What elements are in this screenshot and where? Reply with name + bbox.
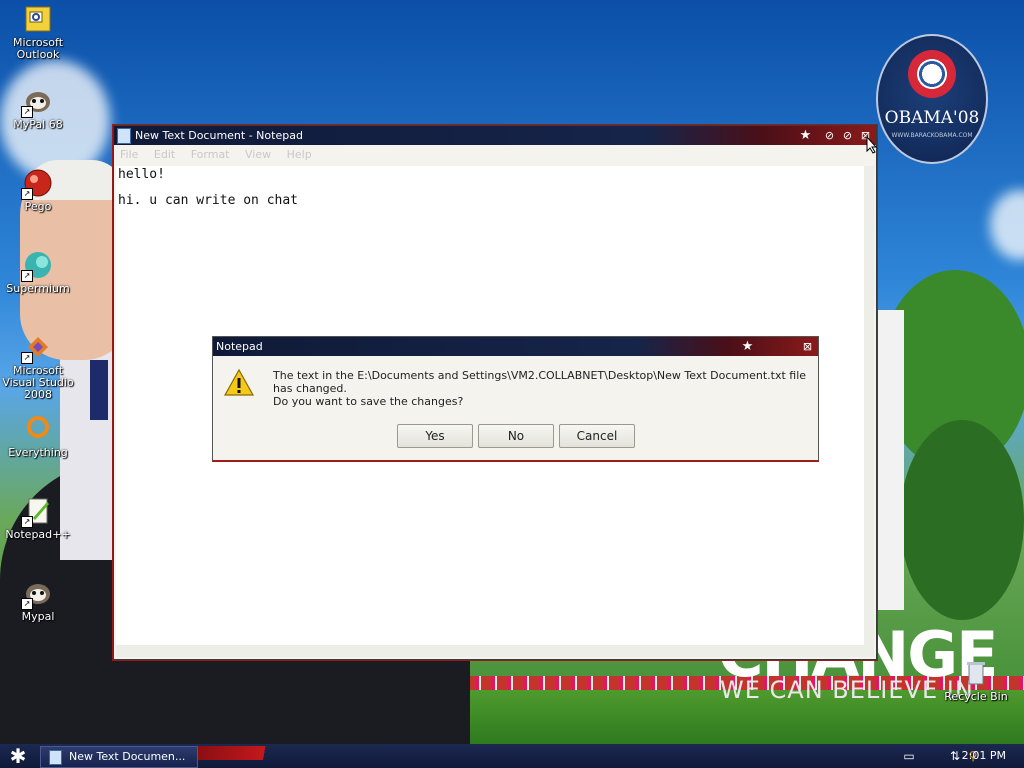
clock: 2:01 PM bbox=[961, 749, 1006, 762]
window-title: New Text Document - Notepad bbox=[135, 129, 303, 142]
maximize-button[interactable]: ⊘ bbox=[841, 129, 854, 142]
logo-text: OBAMA'08 bbox=[884, 108, 980, 128]
network-icon[interactable]: ⇅ bbox=[948, 749, 962, 763]
cloud bbox=[990, 190, 1024, 260]
everything-icon bbox=[23, 414, 53, 444]
taskbar-decoration bbox=[198, 746, 308, 760]
dialog-titlebar[interactable]: Notepad ★ ⊠ bbox=[213, 337, 818, 356]
no-button[interactable]: No bbox=[478, 424, 554, 448]
supermium-icon: ↗ bbox=[21, 250, 53, 282]
taskbar: ✱ New Text Documen... ▭ ⇅ ⚲ 2:01 PM bbox=[0, 744, 1024, 768]
menu-view[interactable]: View bbox=[239, 145, 277, 165]
pego-icon: ↗ bbox=[21, 168, 53, 200]
menu-edit[interactable]: Edit bbox=[148, 145, 181, 165]
keyboard-icon[interactable]: ▭ bbox=[902, 749, 916, 763]
menu-bar: File Edit Format View Help bbox=[114, 145, 876, 165]
notepad-titlebar[interactable]: New Text Document - Notepad ★ ⊘ ⊘ ⊠ bbox=[114, 126, 876, 145]
obama-o-logo-icon bbox=[908, 50, 956, 98]
desktop-icon-mypal68[interactable]: ↗ MyPal 68 bbox=[0, 86, 76, 131]
shortcut-arrow-icon: ↗ bbox=[21, 106, 33, 118]
start-button[interactable]: ✱ bbox=[4, 745, 32, 767]
desktop-icon-label: Everything bbox=[8, 446, 68, 459]
recycle-bin-icon bbox=[961, 658, 991, 688]
desktop-icon-label: Microsoft Visual Studio 2008 bbox=[2, 364, 74, 401]
desktop-icon-outlook[interactable]: Microsoft Outlook bbox=[0, 4, 76, 61]
warning-icon bbox=[223, 367, 255, 399]
desktop-icon-label: Supermium bbox=[6, 282, 70, 295]
dialog-message: The text in the E:\Documents and Setting… bbox=[273, 369, 807, 395]
vertical-scrollbar[interactable] bbox=[864, 166, 874, 645]
shortcut-arrow-icon: ↗ bbox=[21, 188, 33, 200]
desktop-icon-everything[interactable]: Everything bbox=[0, 414, 76, 459]
notepad-app-icon bbox=[117, 128, 131, 144]
menu-file[interactable]: File bbox=[114, 145, 144, 165]
desktop-icon-label: Mypal bbox=[21, 610, 55, 623]
mouse-cursor-icon bbox=[866, 135, 878, 157]
star-icon[interactable]: ★ bbox=[741, 340, 754, 353]
desktop-icon-supermium[interactable]: ↗ Supermium bbox=[0, 250, 76, 295]
desktop-icon-label: Recycle Bin bbox=[944, 690, 1008, 703]
desktop-icon-notepadpp[interactable]: ↗ Notepad++ bbox=[0, 496, 76, 541]
system-tray: ▭ ⇅ ⚲ 2:01 PM bbox=[874, 744, 1024, 768]
taskbar-item-notepad[interactable]: New Text Documen... bbox=[40, 746, 198, 768]
desktop-icon-visual-studio[interactable]: ↗ Microsoft Visual Studio 2008 bbox=[0, 332, 76, 401]
cancel-button[interactable]: Cancel bbox=[559, 424, 635, 448]
mypal-icon: ↗ bbox=[21, 86, 53, 118]
desktop-icon-label: Microsoft Outlook bbox=[12, 36, 64, 61]
menu-help[interactable]: Help bbox=[281, 145, 318, 165]
taskbar-item-label: New Text Documen... bbox=[69, 750, 186, 763]
desktop-icon-pego[interactable]: ↗ Pego bbox=[0, 168, 76, 213]
outlook-icon bbox=[23, 4, 53, 34]
obama-logo: OBAMA'08 WWW.BARACKOBAMA.COM bbox=[876, 34, 988, 164]
mypal-icon: ↗ bbox=[21, 578, 53, 610]
white-house bbox=[874, 310, 904, 610]
menu-format[interactable]: Format bbox=[185, 145, 236, 165]
dialog-question: Do you want to save the changes? bbox=[273, 395, 464, 408]
logo-subtext: WWW.BARACKOBAMA.COM bbox=[891, 132, 973, 139]
star-icon[interactable]: ★ bbox=[799, 129, 812, 142]
shortcut-arrow-icon: ↗ bbox=[21, 352, 33, 364]
visual-studio-icon: ↗ bbox=[21, 332, 53, 364]
horizontal-scrollbar[interactable] bbox=[116, 645, 874, 657]
notepadpp-icon: ↗ bbox=[21, 496, 53, 528]
shortcut-arrow-icon: ↗ bbox=[21, 598, 33, 610]
desktop-icon-mypal[interactable]: ↗ Mypal bbox=[0, 578, 76, 623]
desktop-icon-label: Pego bbox=[24, 200, 52, 213]
close-button[interactable]: ⊠ bbox=[801, 340, 814, 353]
desktop-icon-recycle-bin[interactable]: Recycle Bin bbox=[936, 658, 1016, 703]
desktop-icon-label: Notepad++ bbox=[5, 528, 71, 541]
yes-button[interactable]: Yes bbox=[397, 424, 473, 448]
desktop-icon-label: MyPal 68 bbox=[13, 118, 63, 131]
tree bbox=[900, 420, 1024, 620]
shortcut-arrow-icon: ↗ bbox=[21, 516, 33, 528]
shortcut-arrow-icon: ↗ bbox=[21, 270, 33, 282]
notepad-app-icon bbox=[49, 750, 62, 765]
save-changes-dialog[interactable]: Notepad ★ ⊠ The text in the E:\Documents… bbox=[212, 336, 819, 462]
dialog-title: Notepad bbox=[216, 340, 263, 353]
minimize-button[interactable]: ⊘ bbox=[823, 129, 836, 142]
